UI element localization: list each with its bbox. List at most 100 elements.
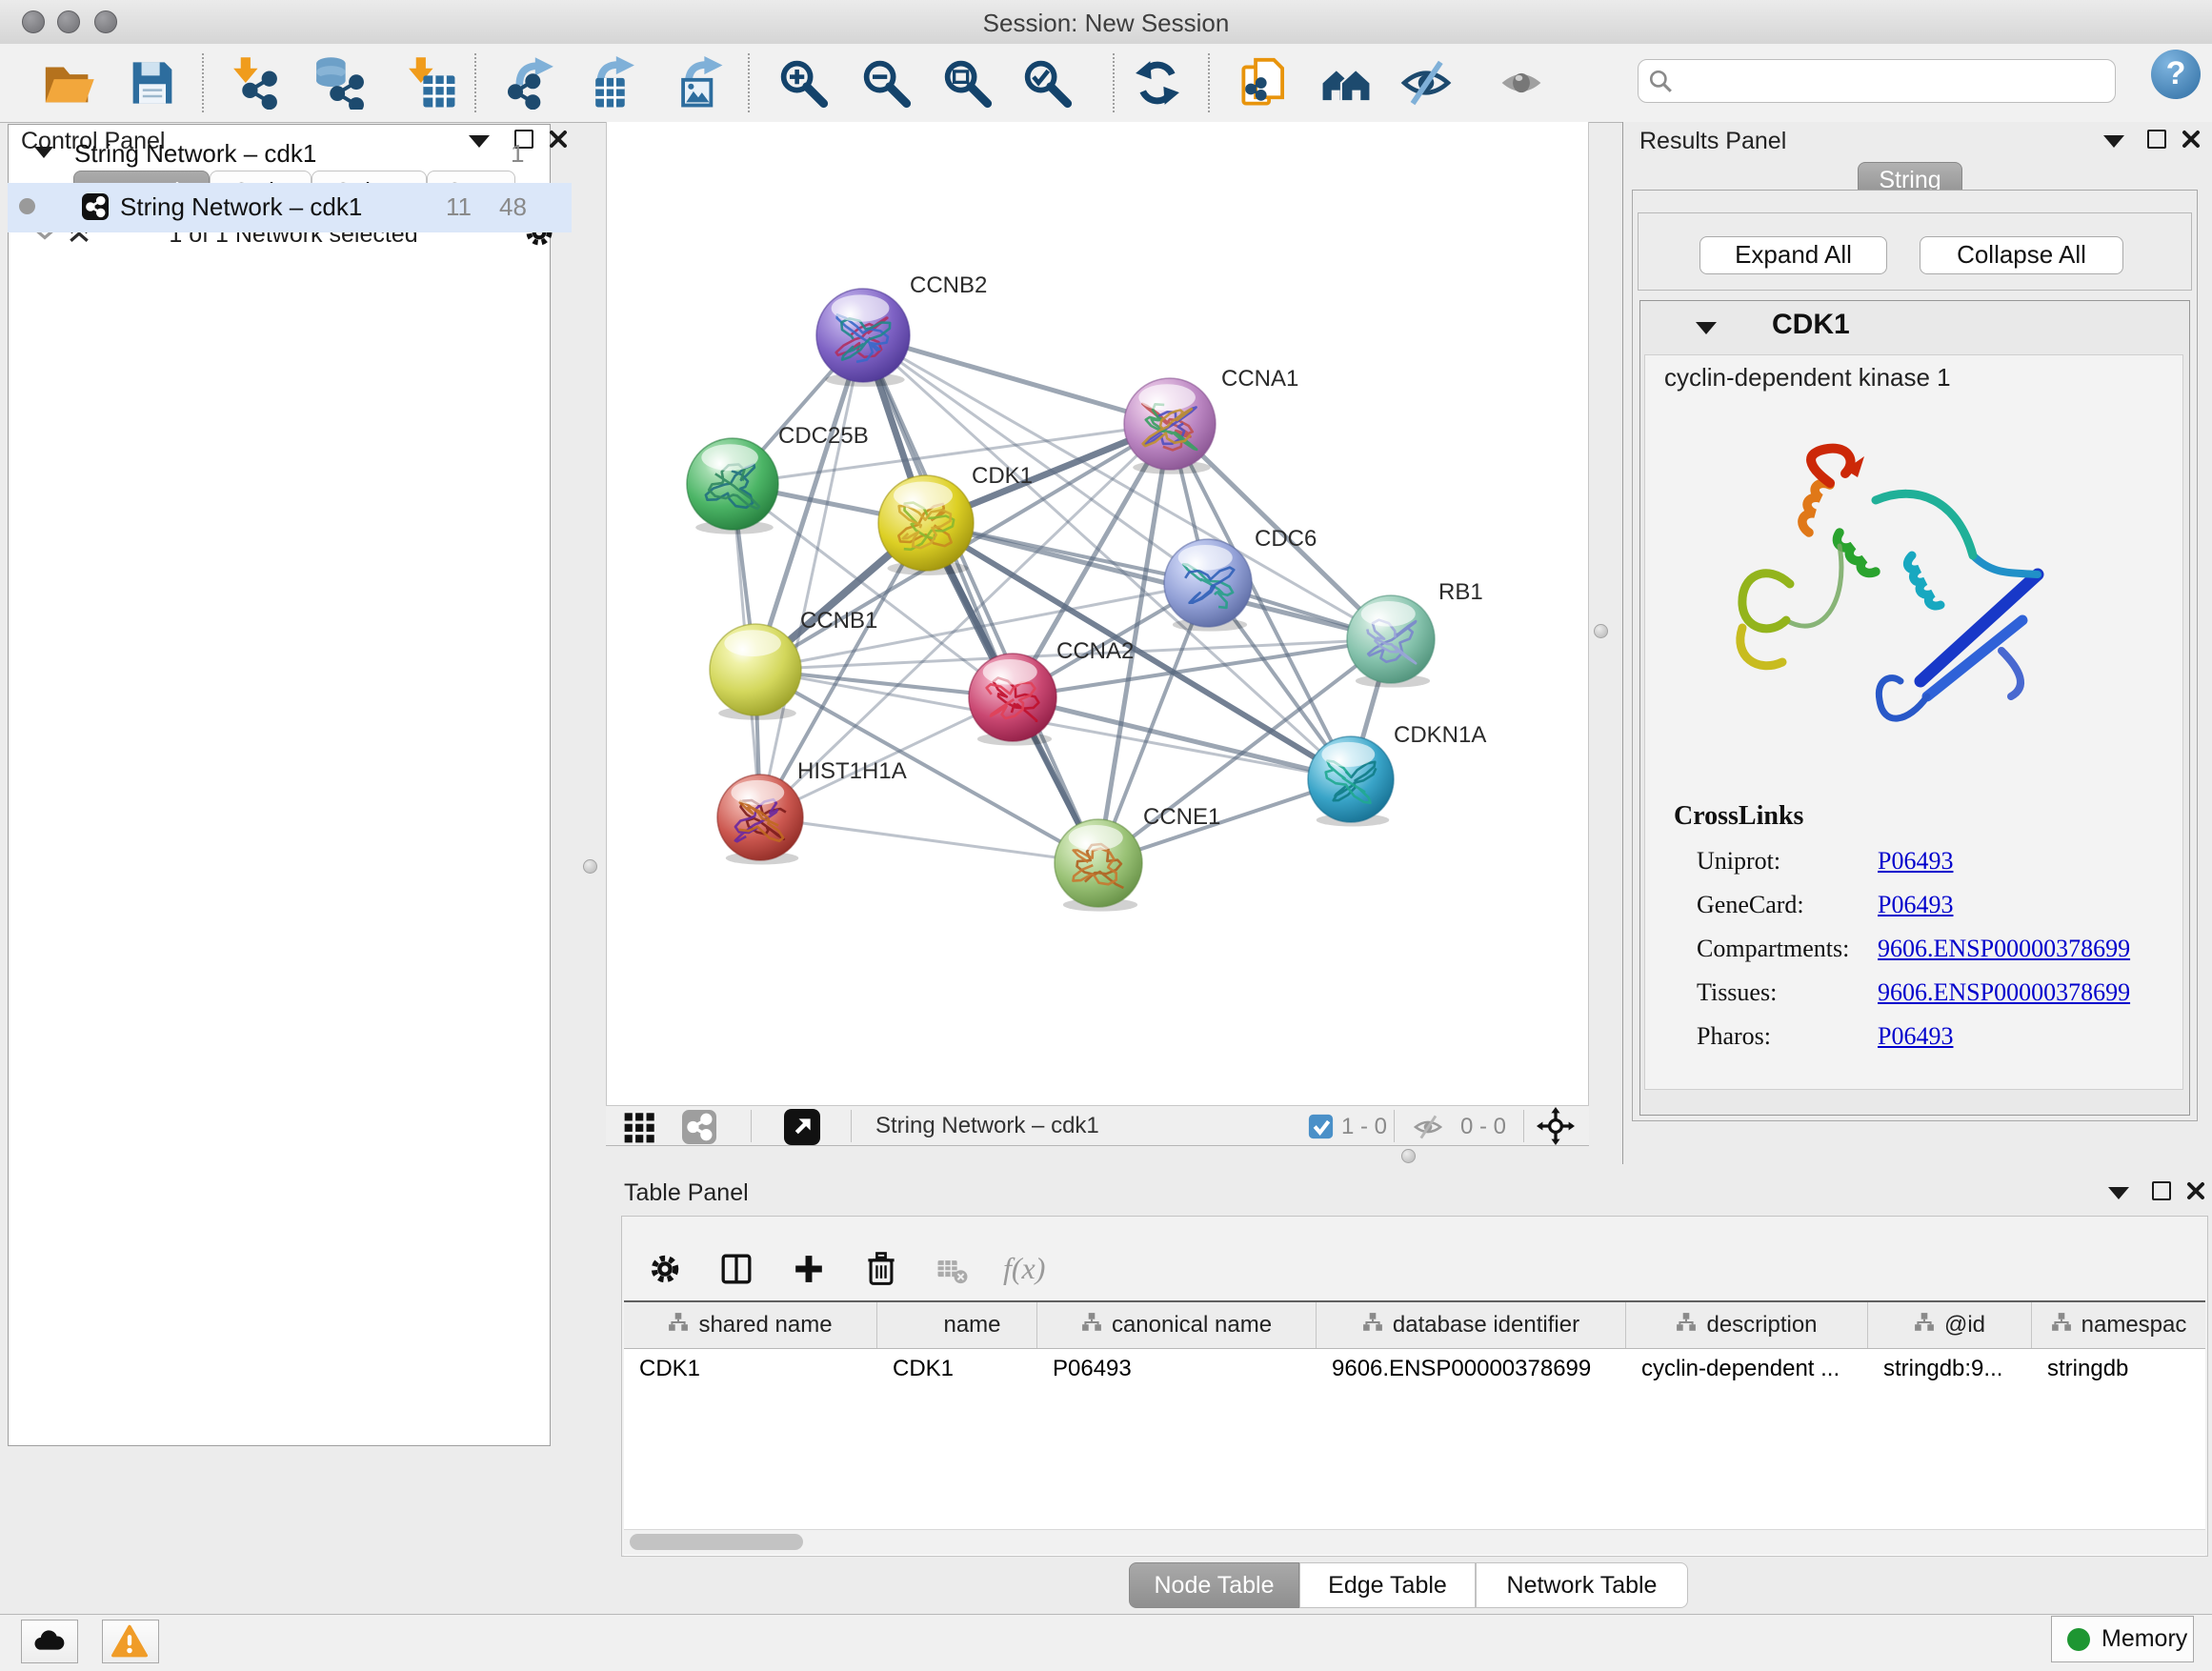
results-panel-menu-icon[interactable]: [2103, 135, 2124, 148]
crosslink-genecard-link[interactable]: P06493: [1878, 891, 1953, 919]
tab-network-table[interactable]: Network Table: [1476, 1562, 1688, 1608]
network-node-hist1h1a[interactable]: [717, 775, 803, 865]
export-network-icon[interactable]: [505, 56, 558, 110]
column-header-canonical-name[interactable]: canonical name: [1037, 1302, 1317, 1348]
network-graph[interactable]: [607, 122, 1590, 1105]
collapse-all-button[interactable]: Collapse All: [1920, 236, 2123, 274]
network-canvas[interactable]: CCNB2CCNA1CDC25BCDK1CDC6RB1CCNB1CCNA2CDK…: [606, 122, 1589, 1105]
grid-view-icon[interactable]: [623, 1110, 657, 1144]
network-edge[interactable]: [926, 523, 1391, 639]
hide-selected-eye-slash-icon[interactable]: [1399, 56, 1453, 110]
network-edge[interactable]: [863, 335, 1170, 424]
clone-network-icon[interactable]: [1237, 56, 1291, 110]
selected-checkbox-icon[interactable]: [1308, 1114, 1334, 1139]
memory-button[interactable]: Memory: [2051, 1616, 2194, 1662]
search-input[interactable]: [1680, 64, 2103, 96]
column-tree-icon-5: [1914, 1312, 1935, 1339]
column-header-namespace[interactable]: namespac: [2032, 1302, 2205, 1348]
network-node-ccna2[interactable]: [969, 654, 1056, 746]
table-panel-float-icon[interactable]: [2152, 1181, 2171, 1200]
update-network-icon[interactable]: [1131, 56, 1184, 110]
network-node-cdkn1a[interactable]: [1308, 736, 1394, 827]
network-edge[interactable]: [760, 817, 1098, 863]
zoom-selected-icon[interactable]: [1020, 56, 1074, 110]
cell-shared-name[interactable]: CDK1: [624, 1349, 877, 1389]
table-panel-close-icon[interactable]: [2186, 1181, 2205, 1200]
results-panel-close-icon[interactable]: [2182, 130, 2201, 149]
cell-namespace[interactable]: stringdb: [2032, 1349, 2205, 1389]
results-panel-title: Results Panel: [1639, 128, 1786, 155]
column-tree-icon-0: [668, 1312, 689, 1339]
crosslink-compartments-link[interactable]: 9606.ENSP00000378699: [1878, 935, 2130, 963]
column-header-id[interactable]: @id: [1868, 1302, 2032, 1348]
crosslink-uniprot-link[interactable]: P06493: [1878, 847, 1953, 876]
search-field[interactable]: [1638, 59, 2116, 103]
zoom-fit-icon[interactable]: [940, 56, 994, 110]
warning-button[interactable]: [102, 1620, 159, 1663]
crosslink-label: Uniprot:: [1697, 847, 1780, 876]
table-panel-title: Table Panel: [624, 1179, 749, 1207]
network-node-cdk1[interactable]: [878, 475, 974, 575]
crosslink-tissues-link[interactable]: 9606.ENSP00000378699: [1878, 978, 2130, 1007]
show-columns-icon[interactable]: [718, 1251, 754, 1287]
cell-database-identifier[interactable]: 9606.ENSP00000378699: [1317, 1349, 1626, 1389]
tab-node-table[interactable]: Node Table: [1129, 1562, 1299, 1608]
import-network-database-icon[interactable]: [312, 56, 365, 110]
create-column-plus-icon[interactable]: [791, 1251, 827, 1287]
cell-name[interactable]: CDK1: [877, 1349, 1037, 1389]
network-row-selected[interactable]: String Network – cdk1 11 48: [8, 183, 572, 232]
protein-collapse-icon[interactable]: [1696, 322, 1717, 334]
collection-expand-icon[interactable]: [34, 147, 53, 158]
cloud-button[interactable]: [21, 1620, 78, 1663]
column-header-description[interactable]: description: [1626, 1302, 1868, 1348]
network-node-rb1[interactable]: [1347, 595, 1435, 688]
protein-section: CDK1 cyclin-dependent kinase 1: [1639, 300, 2190, 1116]
zoom-in-icon[interactable]: [776, 56, 830, 110]
save-session-icon[interactable]: [126, 56, 179, 110]
hidden-eye-slash-icon: [1413, 1112, 1443, 1142]
network-view-share-icon[interactable]: [682, 1110, 716, 1144]
show-all-networks-icon[interactable]: [1319, 56, 1373, 110]
birdseye-view-icon[interactable]: [784, 1109, 820, 1145]
toolbar-separator: [1523, 1110, 1524, 1142]
node-label-cdc6: CDC6: [1255, 526, 1317, 553]
export-image-icon[interactable]: [672, 56, 725, 110]
cell-id[interactable]: stringdb:9...: [1868, 1349, 2032, 1389]
table-horizontal-scrollbar[interactable]: [624, 1529, 2205, 1555]
right-splitter-handle[interactable]: [1594, 624, 1608, 638]
export-table-icon[interactable]: [586, 56, 639, 110]
window-title: Session: New Session: [0, 9, 2212, 38]
zoom-out-icon[interactable]: [859, 56, 913, 110]
results-panel-float-icon[interactable]: [2147, 130, 2166, 149]
import-table-icon[interactable]: [404, 56, 457, 110]
network-node-cdc6[interactable]: [1164, 539, 1252, 632]
left-splitter-handle[interactable]: [583, 859, 597, 874]
delete-column-trash-icon[interactable]: [862, 1249, 900, 1287]
network-node-ccna1[interactable]: [1124, 378, 1216, 474]
crosslink-pharos-link[interactable]: P06493: [1878, 1022, 1953, 1051]
selected-count: 1 - 0: [1341, 1114, 1387, 1140]
column-header-database-identifier[interactable]: database identifier: [1317, 1302, 1626, 1348]
network-collection-row[interactable]: String Network – cdk1 1: [8, 130, 572, 179]
network-node-ccne1[interactable]: [1055, 819, 1142, 912]
cell-canonical-name[interactable]: P06493: [1037, 1349, 1317, 1389]
import-network-icon[interactable]: [229, 56, 282, 110]
network-node-cdc25b[interactable]: [687, 438, 778, 534]
help-icon[interactable]: ?: [2151, 50, 2201, 99]
column-header-shared-name[interactable]: shared name: [624, 1302, 877, 1348]
network-node-ccnb1[interactable]: [710, 624, 801, 720]
tab-edge-table[interactable]: Edge Table: [1299, 1562, 1476, 1608]
column-header-name[interactable]: name: [877, 1302, 1037, 1348]
network-view-toolbar: String Network – cdk1 1 - 0 0 - 0: [606, 1105, 1589, 1146]
table-panel-menu-icon[interactable]: [2108, 1187, 2129, 1199]
cell-description[interactable]: cyclin-dependent ...: [1626, 1349, 1868, 1389]
horizontal-splitter-handle[interactable]: [1401, 1149, 1416, 1163]
open-session-icon[interactable]: [42, 56, 95, 110]
network-edge[interactable]: [760, 335, 863, 817]
table-options-gear-icon[interactable]: [647, 1251, 683, 1287]
network-tree: String Network – cdk1 1 String Network –…: [8, 124, 551, 1446]
expand-all-button[interactable]: Expand All: [1699, 236, 1887, 274]
scrollbar-thumb[interactable]: [630, 1534, 803, 1550]
protein-name-header[interactable]: CDK1: [1772, 309, 1850, 341]
pan-crosshair-icon[interactable]: [1537, 1107, 1575, 1145]
